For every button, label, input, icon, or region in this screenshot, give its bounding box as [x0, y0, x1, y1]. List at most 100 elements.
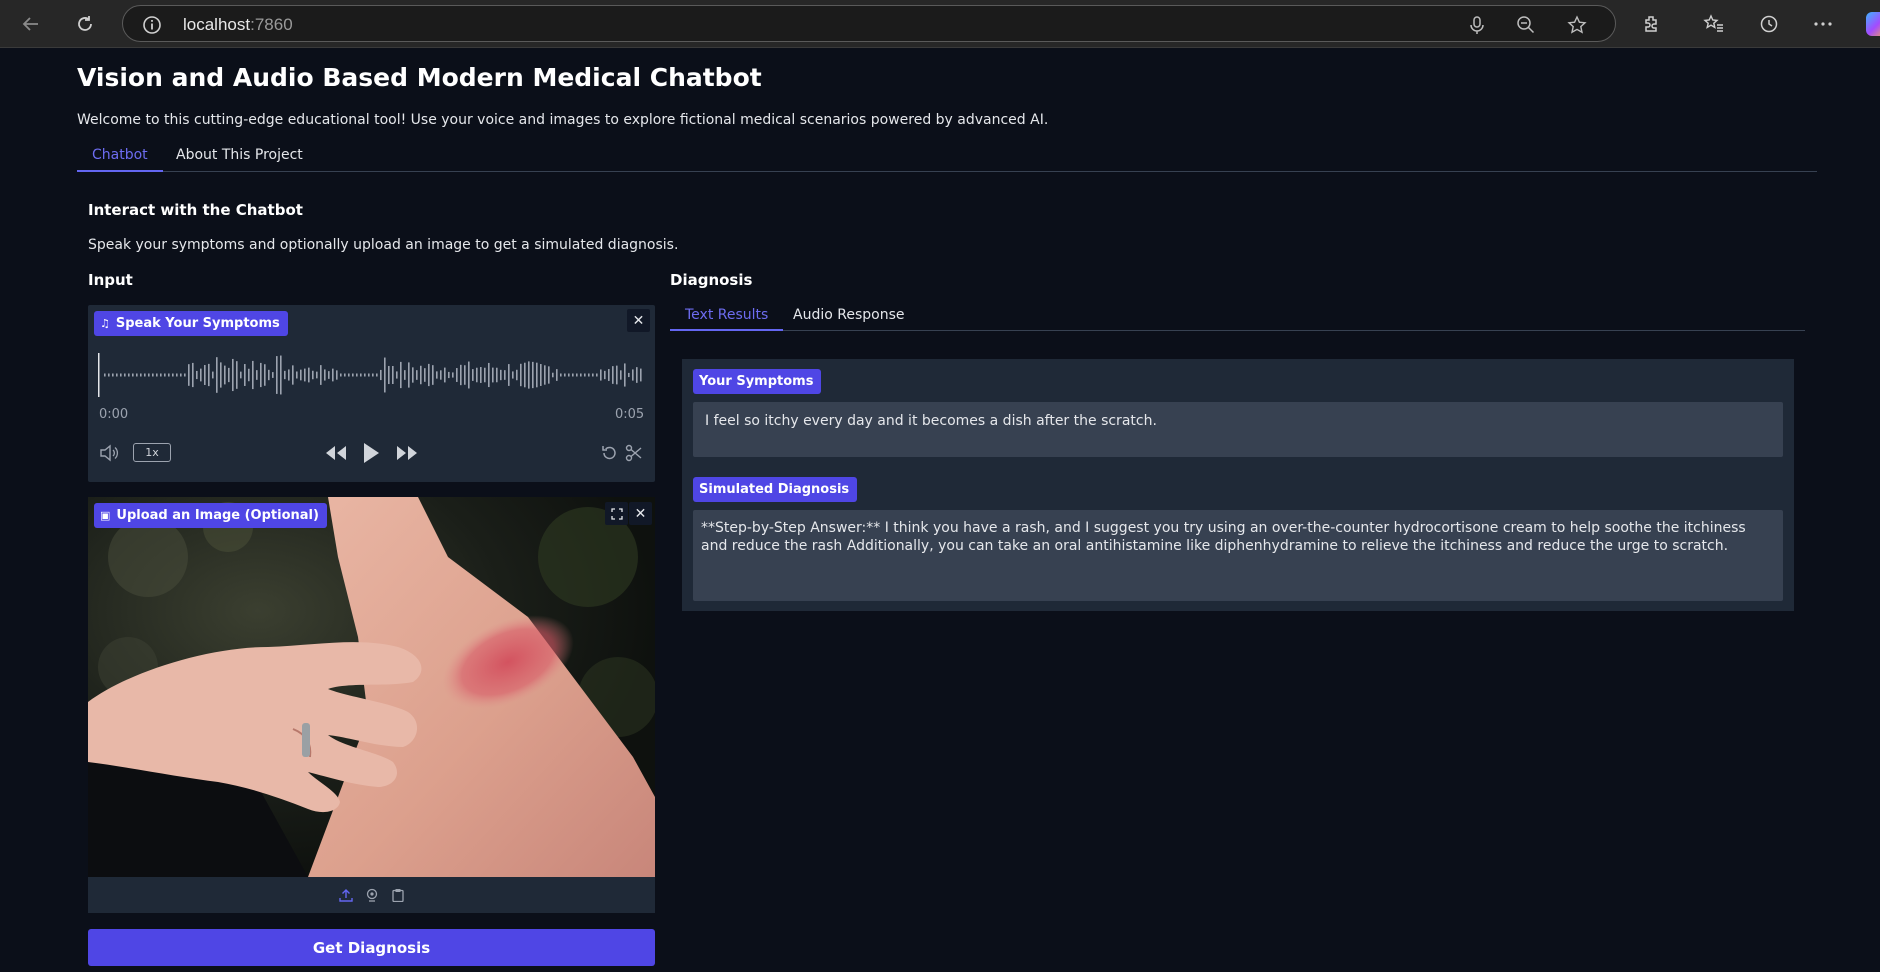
waveform-bar	[316, 371, 318, 379]
more-menu-icon[interactable]	[1808, 9, 1838, 39]
waveform-bar	[152, 373, 154, 377]
address-bar[interactable]: localhost:7860	[122, 5, 1616, 42]
waveform-bar	[448, 371, 450, 379]
section-title: Interact with the Chatbot	[88, 201, 303, 219]
waveform-bar	[240, 371, 242, 379]
waveform-bar	[192, 362, 194, 388]
waveform-bar	[416, 370, 418, 380]
webcam-icon[interactable]	[364, 887, 380, 903]
uploaded-rash-image	[88, 497, 655, 877]
waveform-bar	[272, 372, 274, 378]
waveform-bar	[488, 362, 490, 388]
page-title: Vision and Audio Based Modern Medical Ch…	[77, 63, 762, 92]
waveform-bar	[560, 373, 562, 377]
waveform-bar	[540, 364, 542, 386]
waveform-bar	[352, 373, 354, 377]
waveform-bar	[228, 367, 230, 383]
symptoms-textbox[interactable]: I feel so itchy every day and it becomes…	[693, 402, 1783, 457]
audio-input[interactable]: ♫ Speak Your Symptoms ✕ 0:00 0:05 1x	[88, 305, 655, 482]
fullscreen-button[interactable]	[605, 502, 628, 525]
undo-icon[interactable]	[598, 442, 620, 464]
waveform-bar	[500, 369, 502, 381]
waveform-bar	[616, 365, 618, 385]
input-label: Input	[88, 271, 133, 289]
simulated-diagnosis-textbox[interactable]: **Step-by-Step Answer:** I think you hav…	[693, 510, 1783, 601]
tab-about-this-project[interactable]: About This Project	[161, 147, 318, 172]
waveform-bar	[456, 368, 458, 382]
waveform-bar	[452, 372, 454, 378]
image-label-tag: ▣ Upload an Image (Optional)	[94, 503, 327, 528]
waveform-bar	[512, 371, 514, 379]
waveform-bar	[340, 373, 342, 377]
extensions-icon[interactable]	[1637, 9, 1667, 39]
waveform-bar	[592, 373, 594, 377]
waveform-bar	[552, 372, 554, 378]
image-icon: ▣	[100, 509, 111, 522]
site-info-icon[interactable]	[139, 12, 165, 38]
zoom-out-icon[interactable]	[1513, 12, 1539, 38]
waveform-bar	[380, 369, 382, 381]
upload-icon[interactable]	[338, 887, 354, 903]
waveform-bar	[364, 373, 366, 377]
audio-clear-button[interactable]: ✕	[627, 309, 650, 332]
favorite-star-icon[interactable]	[1564, 12, 1590, 38]
waveform-bar	[268, 369, 270, 381]
audio-waveform[interactable]	[98, 350, 643, 400]
tab-audio-response[interactable]: Audio Response	[778, 307, 919, 331]
back-arrow-icon[interactable]	[16, 9, 46, 39]
waveform-bar	[180, 373, 182, 377]
waveform-bar	[632, 369, 634, 381]
volume-icon[interactable]	[98, 442, 120, 464]
waveform-bar	[360, 373, 362, 377]
waveform-bar	[436, 371, 438, 379]
waveform-bar	[372, 373, 374, 377]
waveform-bar	[420, 365, 422, 385]
waveform-bar	[256, 370, 258, 380]
waveform-bar	[300, 369, 302, 381]
waveform-bar	[400, 361, 402, 389]
waveform-bar	[236, 361, 238, 389]
play-icon[interactable]	[360, 439, 382, 467]
playhead-cursor[interactable]	[98, 353, 100, 397]
symptoms-label-tag: Your Symptoms	[693, 369, 822, 394]
audio-label-tag: ♫ Speak Your Symptoms	[94, 311, 288, 336]
waveform-bar	[112, 373, 114, 377]
waveform-bar	[104, 373, 106, 377]
waveform-bar	[344, 373, 346, 377]
waveform-bar	[624, 363, 626, 387]
waveform-bar	[276, 356, 278, 394]
trim-scissors-icon[interactable]	[623, 442, 645, 464]
get-diagnosis-button[interactable]: Get Diagnosis	[88, 929, 655, 966]
waveform-bar	[524, 362, 526, 388]
waveform-bar	[132, 373, 134, 377]
tab-chatbot[interactable]: Chatbot	[77, 147, 163, 172]
microphone-icon[interactable]	[1464, 12, 1490, 38]
waveform-bar	[544, 365, 546, 385]
favorites-icon[interactable]	[1699, 9, 1729, 39]
skip-backward-icon[interactable]	[324, 442, 348, 464]
waveform-bar	[304, 368, 306, 382]
skip-forward-icon[interactable]	[395, 442, 419, 464]
waveform-bar	[184, 373, 186, 377]
section-description: Speak your symptoms and optionally uploa…	[88, 237, 679, 253]
waveform-bar	[408, 362, 410, 388]
waveform-bar	[136, 373, 138, 377]
waveform-bar	[432, 365, 434, 385]
text-results-panel: Your Symptoms I feel so itchy every day …	[682, 359, 1794, 611]
waveform-bar	[612, 366, 614, 384]
waveform-bar	[428, 363, 430, 387]
waveform-bar	[216, 357, 218, 393]
waveform-bar	[232, 358, 234, 392]
image-clear-button[interactable]: ✕	[629, 502, 652, 525]
copilot-icon[interactable]	[1866, 12, 1880, 36]
diagnosis-tabs: Text Results Audio Response	[670, 302, 1805, 331]
image-input[interactable]: ▣ Upload an Image (Optional) ✕	[88, 497, 655, 913]
clipboard-icon[interactable]	[390, 887, 406, 903]
refresh-icon[interactable]	[70, 9, 100, 39]
waveform-bar	[412, 367, 414, 383]
playback-speed-button[interactable]: 1x	[133, 443, 171, 462]
waveform-bar	[160, 373, 162, 377]
waveform-bar	[548, 366, 550, 384]
tab-text-results[interactable]: Text Results	[670, 307, 784, 331]
history-icon[interactable]	[1754, 9, 1784, 39]
